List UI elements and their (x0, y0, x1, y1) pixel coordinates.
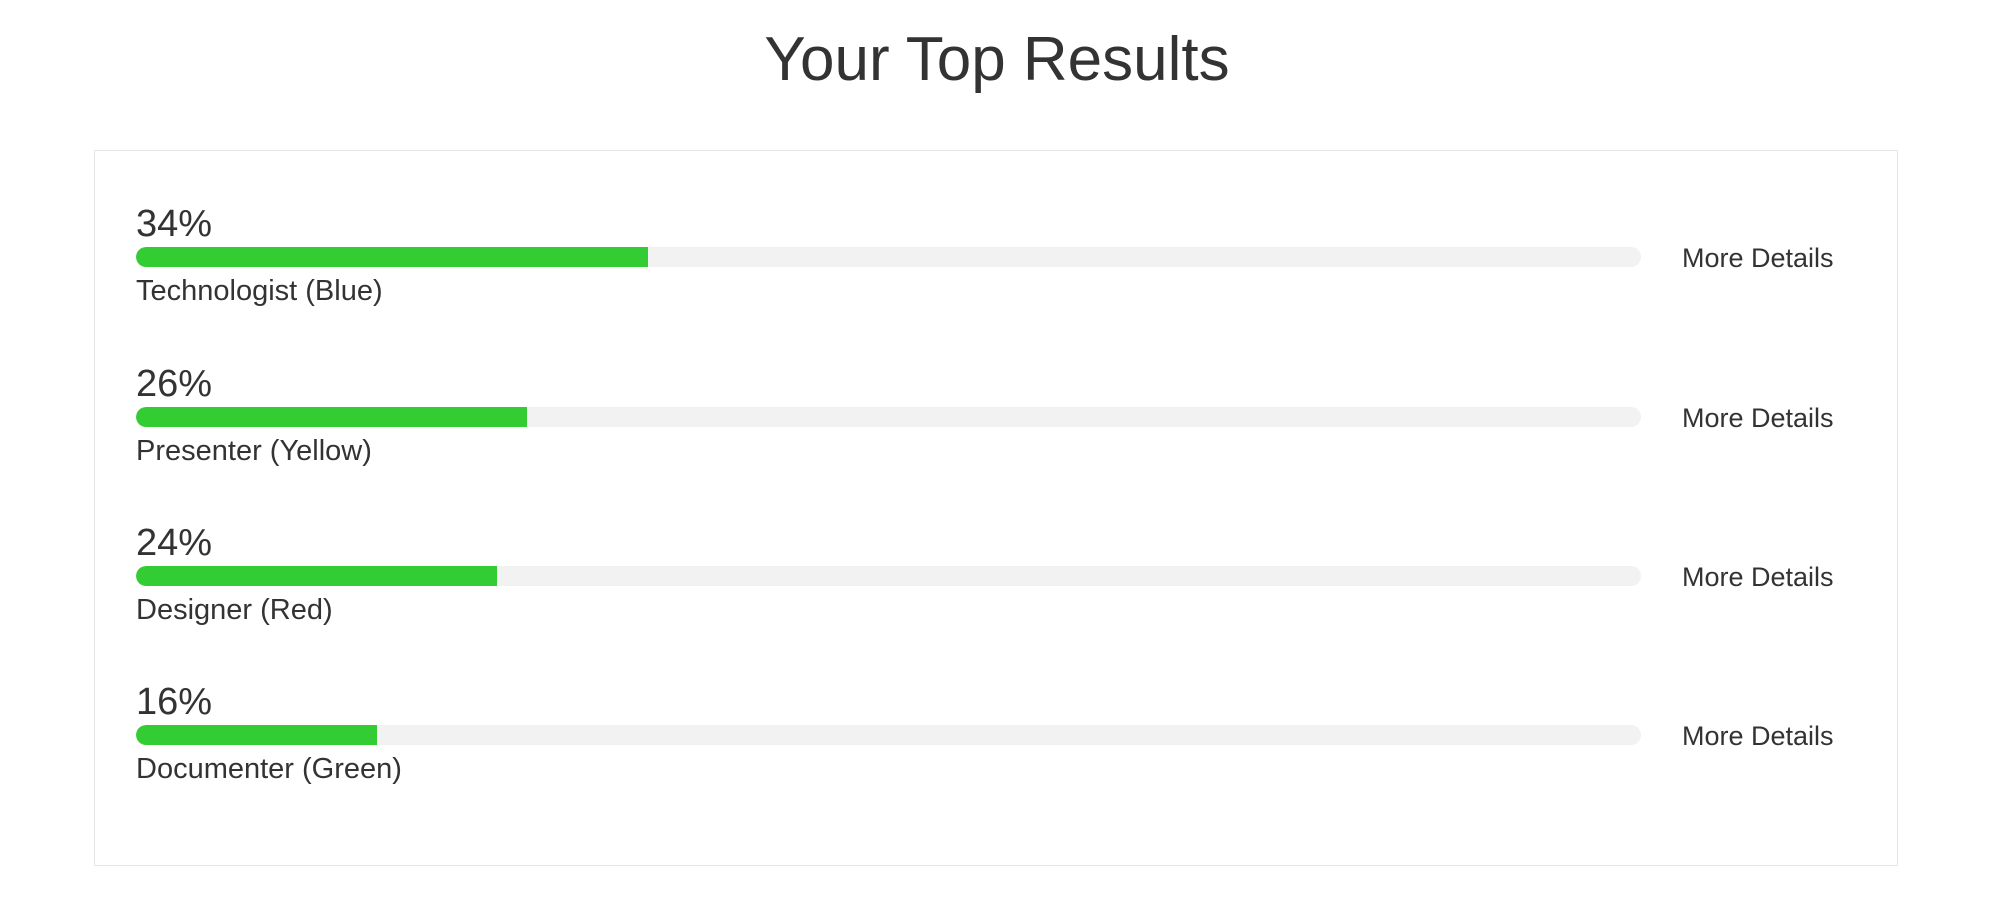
result-percent: 34% (136, 203, 213, 245)
result-row-presenter: 26% Presenter (Yellow) More Details (136, 361, 1858, 481)
progress-bar-track (136, 566, 1641, 586)
more-details-link[interactable]: More Details (1682, 717, 1834, 755)
progress-bar-track (136, 407, 1641, 427)
more-details-link[interactable]: More Details (1682, 399, 1834, 437)
result-percent: 16% (136, 681, 213, 723)
result-percent: 24% (136, 522, 213, 564)
progress-bar-track (136, 247, 1641, 267)
more-details-link[interactable]: More Details (1682, 239, 1834, 277)
result-row-documenter: 16% Documenter (Green) More Details (136, 679, 1858, 799)
result-label: Designer (Red) (136, 594, 333, 626)
result-row-designer: 24% Designer (Red) More Details (136, 520, 1858, 640)
progress-bar-fill (136, 566, 498, 586)
more-details-link[interactable]: More Details (1682, 558, 1834, 596)
progress-bar-fill (136, 247, 648, 267)
progress-bar-track (136, 725, 1641, 745)
result-label: Presenter (Yellow) (136, 435, 372, 467)
result-label: Technologist (Blue) (136, 275, 383, 307)
results-panel: 34% Technologist (Blue) More Details 26%… (94, 150, 1898, 866)
result-label: Documenter (Green) (136, 753, 402, 785)
result-row-technologist: 34% Technologist (Blue) More Details (136, 201, 1858, 321)
result-percent: 26% (136, 363, 213, 405)
progress-bar-fill (136, 725, 377, 745)
page-title: Your Top Results (764, 25, 1230, 94)
progress-bar-fill (136, 407, 528, 427)
